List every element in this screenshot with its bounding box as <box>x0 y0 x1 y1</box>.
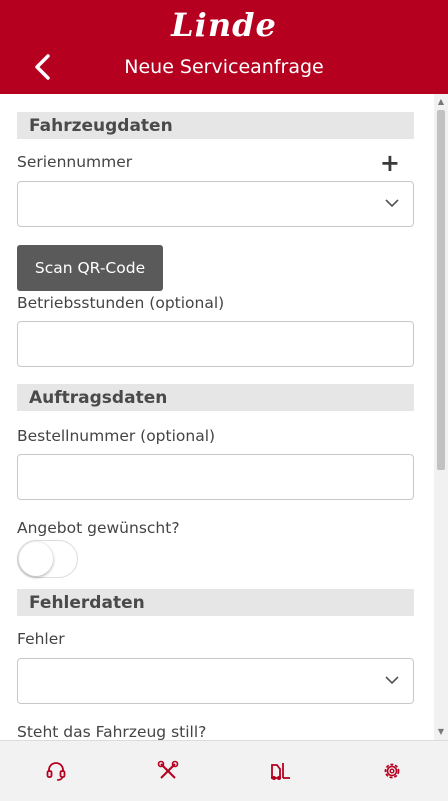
order-number-label: Bestellnummer (optional) <box>17 427 216 445</box>
forklift-icon <box>271 763 290 780</box>
nav-support[interactable] <box>44 759 68 783</box>
tools-icon <box>157 760 179 779</box>
scrollbar[interactable]: ▲ ▼ <box>434 94 448 740</box>
chevron-down-icon <box>385 676 399 685</box>
linde-logo: Linde <box>171 6 277 44</box>
section-title: Fehlerdaten <box>29 593 145 613</box>
page-title: Neue Serviceanfrage <box>124 56 324 78</box>
scan-qr-button[interactable]: Scan QR-Code <box>17 245 163 291</box>
vehicle-stopped-label: Steht das Fahrzeug still? <box>17 723 207 740</box>
nav-service[interactable] <box>156 759 180 783</box>
quote-requested-label: Angebot gewünscht? <box>17 519 180 537</box>
scrollbar-thumb[interactable] <box>437 110 445 470</box>
operating-hours-label: Betriebsstunden (optional) <box>17 294 225 312</box>
order-number-input[interactable] <box>17 454 414 500</box>
plus-icon[interactable]: + <box>380 149 400 177</box>
app-header: Linde Neue Serviceanfrage <box>0 0 448 94</box>
toggle-knob <box>19 542 53 576</box>
scroll-down-icon[interactable]: ▼ <box>434 726 448 738</box>
nav-fleet[interactable] <box>268 759 292 783</box>
headset-icon <box>46 762 66 781</box>
section-order-data: Auftragsdaten <box>17 384 414 411</box>
section-error-data: Fehlerdaten <box>17 589 414 616</box>
bottom-nav <box>0 740 448 801</box>
nav-settings[interactable] <box>380 759 404 783</box>
section-title: Fahrzeugdaten <box>29 116 173 136</box>
gear-icon <box>384 763 400 779</box>
error-label: Fehler <box>17 630 65 648</box>
serial-number-label: Seriennummer <box>17 153 133 171</box>
section-title: Auftragsdaten <box>29 388 168 408</box>
scroll-up-icon[interactable]: ▲ <box>434 96 448 108</box>
serial-number-select[interactable] <box>17 181 414 227</box>
quote-requested-toggle[interactable] <box>17 540 78 578</box>
section-vehicle-data: Fahrzeugdaten <box>17 112 414 139</box>
operating-hours-input[interactable] <box>17 321 414 367</box>
form-content: Fahrzeugdaten Seriennummer + Scan QR-Cod… <box>0 94 434 740</box>
error-select[interactable] <box>17 658 414 704</box>
chevron-down-icon <box>385 199 399 208</box>
